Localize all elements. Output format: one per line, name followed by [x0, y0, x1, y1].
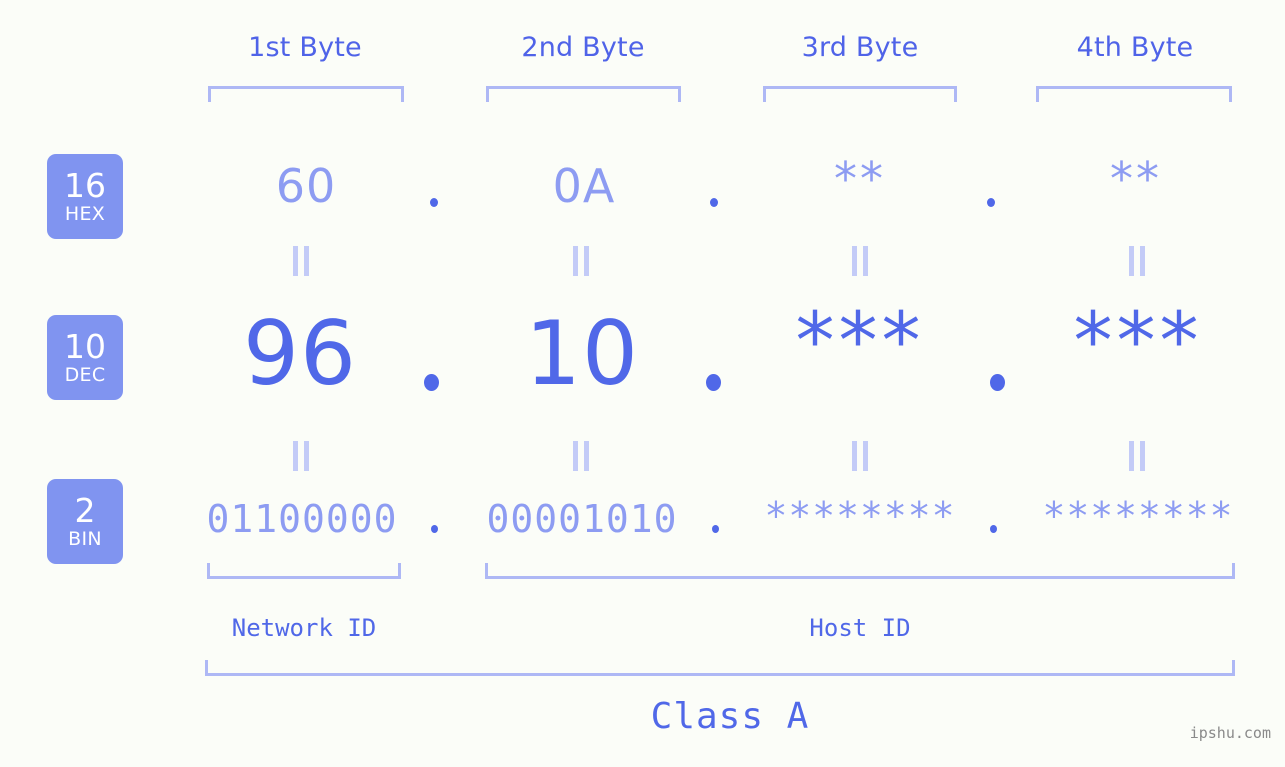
byte-bracket-2: [486, 86, 681, 102]
radix-badge-hex-name: HEX: [64, 203, 106, 225]
bin-byte-2-value: 00001010: [486, 497, 678, 541]
byte-bracket-1: [208, 86, 404, 102]
hex-byte-1-value: 60: [275, 159, 337, 213]
bin-separator-dot-1: [431, 525, 438, 533]
dec-byte-3-value: ***: [795, 297, 925, 387]
byte-header-4: 4th Byte: [1076, 32, 1194, 63]
host-id-bracket: [485, 563, 1235, 579]
radix-badge-dec: 10 DEC: [47, 315, 123, 400]
radix-badge-dec-number: 10: [64, 327, 106, 366]
radix-badge-bin-name: BIN: [68, 528, 102, 550]
equals-mark-dec-bin-1: [292, 441, 310, 471]
radix-badge-hex: 16 HEX: [47, 154, 123, 239]
hex-byte-2-value: 0A: [552, 159, 616, 213]
equals-mark-dec-bin-3: [851, 441, 869, 471]
radix-badge-hex-number: 16: [64, 166, 106, 205]
hex-separator-dot-2: [710, 198, 718, 207]
class-bracket: [205, 660, 1235, 676]
hex-separator-dot-1: [430, 198, 438, 207]
hex-byte-4-value: **: [1110, 152, 1162, 206]
byte-bracket-3: [763, 86, 957, 102]
bin-separator-dot-3: [990, 525, 997, 533]
equals-mark-dec-bin-2: [572, 441, 590, 471]
dec-separator-dot-2: [706, 374, 721, 391]
class-label: Class A: [650, 696, 810, 737]
network-id-label: Network ID: [231, 614, 377, 642]
equals-mark-hex-dec-4: [1128, 246, 1146, 276]
dec-byte-1-value: 96: [243, 302, 357, 405]
equals-mark-hex-dec-2: [572, 246, 590, 276]
byte-bracket-4: [1036, 86, 1232, 102]
equals-mark-hex-dec-1: [292, 246, 310, 276]
site-watermark: ipshu.com: [1189, 724, 1271, 742]
ip-address-breakdown-diagram: 1st Byte 2nd Byte 3rd Byte 4th Byte 16 H…: [0, 0, 1285, 767]
equals-mark-dec-bin-4: [1128, 441, 1146, 471]
equals-mark-hex-dec-3: [851, 246, 869, 276]
dec-byte-4-value: ***: [1073, 297, 1203, 387]
byte-header-2: 2nd Byte: [521, 32, 645, 63]
host-id-label: Host ID: [809, 614, 911, 642]
radix-badge-bin: 2 BIN: [47, 479, 123, 564]
hex-byte-3-value: **: [834, 152, 886, 206]
bin-byte-1-value: 01100000: [206, 497, 398, 541]
bin-separator-dot-2: [712, 525, 719, 533]
dec-separator-dot-3: [990, 374, 1005, 391]
byte-header-3: 3rd Byte: [801, 32, 919, 63]
radix-badge-bin-number: 2: [74, 491, 96, 530]
radix-badge-dec-name: DEC: [64, 364, 106, 386]
bin-byte-3-value: ********: [764, 494, 956, 538]
byte-header-1: 1st Byte: [248, 32, 362, 63]
bin-byte-4-value: ********: [1042, 494, 1234, 538]
hex-separator-dot-3: [987, 198, 995, 207]
network-id-bracket: [207, 563, 401, 579]
dec-separator-dot-1: [424, 374, 439, 391]
dec-byte-2-value: 10: [525, 302, 639, 405]
